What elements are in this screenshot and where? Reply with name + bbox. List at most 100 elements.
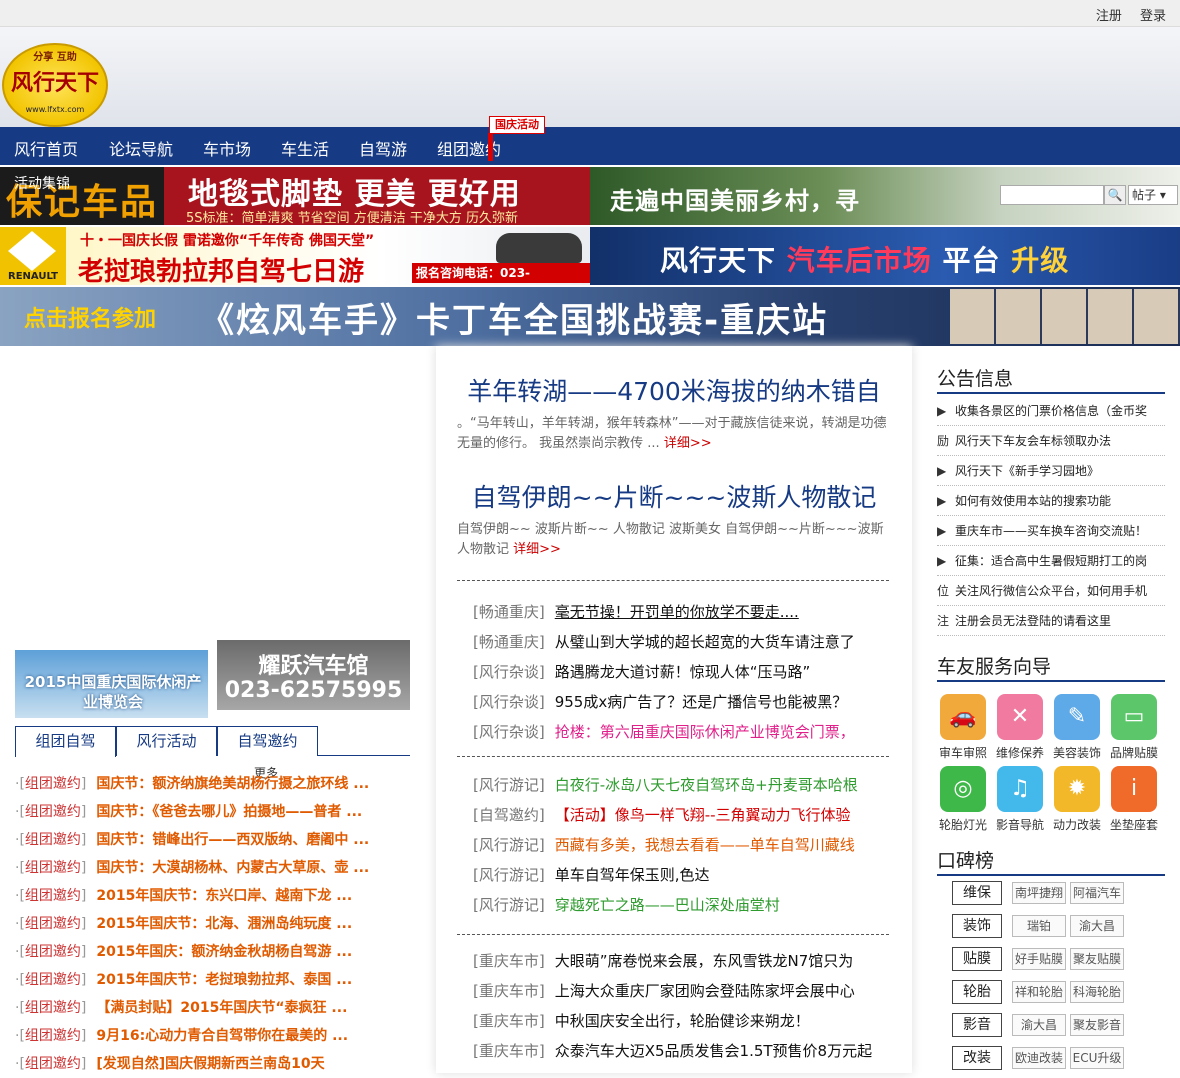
- topic-title[interactable]: 【活动】像鸟一样飞翔--三角翼动力飞行体验: [555, 806, 851, 824]
- notice-item[interactable]: ▶ 收集各景区的门票价格信息（金币奖: [937, 396, 1165, 426]
- search-icon[interactable]: 🔍: [1104, 185, 1126, 205]
- tab-activities[interactable]: 风行活动: [116, 726, 217, 756]
- topic-category[interactable]: [风行游记]: [473, 776, 545, 794]
- ranking-shop[interactable]: 聚友贴膜: [1070, 948, 1124, 970]
- topic-title[interactable]: 众泰汽车大迈X5品质发售会1.5T预售价8万元起: [555, 1042, 872, 1060]
- banner-aftermarket[interactable]: 风行天下 汽车后市场 平台 升级: [590, 227, 1180, 285]
- service-tire[interactable]: ◎ 轮胎灯光: [937, 766, 989, 834]
- ranking-shop[interactable]: 科海轮胎: [1070, 981, 1124, 1003]
- topic-title[interactable]: 白夜行-冰岛八天七夜自驾环岛+丹麦哥本哈根: [555, 776, 858, 794]
- banner-laos-trip[interactable]: 十・一国庆长假 雷诺邀你“千年传奇 佛国天堂” 老挝琅勃拉邦自驾七日游 报名咨询…: [66, 227, 590, 285]
- nav-item-market[interactable]: 车市场: [203, 136, 251, 160]
- service-info[interactable]: i 坐垫座套: [1108, 766, 1160, 834]
- topic-category[interactable]: [重庆车市]: [473, 952, 545, 970]
- ranking-category[interactable]: 贴膜: [952, 947, 1002, 971]
- service-car[interactable]: 🚗 审车审照: [937, 694, 989, 762]
- car-icon[interactable]: 🚗: [940, 694, 986, 740]
- topic-title[interactable]: 路遇腾龙大道讨薪！惊现人体“压马路”: [555, 663, 811, 681]
- banner-baoji[interactable]: 保记车品 活动集锦: [0, 167, 164, 225]
- topic-category[interactable]: [畅通重庆]: [473, 633, 545, 651]
- ranking-category[interactable]: 装饰: [952, 914, 1002, 938]
- topic-title[interactable]: 单车自驾年保玉则,色达: [555, 866, 710, 884]
- music-icon[interactable]: ♫: [997, 766, 1043, 812]
- notice-item[interactable]: 注注册会员无法登陆的请看这里: [937, 606, 1165, 636]
- topic-category[interactable]: [风行杂谈]: [473, 723, 545, 741]
- topic-category[interactable]: [风行杂谈]: [473, 663, 545, 681]
- topic-title[interactable]: 中秋国庆安全出行，轮胎健诊来朔龙！: [555, 1012, 810, 1030]
- tire-icon[interactable]: ◎: [940, 766, 986, 812]
- notice-item[interactable]: ▶ 征集：适合高中生暑假短期打工的岗: [937, 546, 1165, 576]
- notice-item[interactable]: 励风行天下车友会车标领取办法: [937, 426, 1165, 456]
- topic-category[interactable]: [风行游记]: [473, 896, 545, 914]
- ranking-shop[interactable]: 瑞铂: [1012, 915, 1066, 937]
- notice-text[interactable]: 风行天下《新手学习园地》: [955, 464, 1099, 478]
- tab-invitations[interactable]: 自驾邀约: [217, 726, 318, 756]
- topic-category[interactable]: [风行杂谈]: [473, 693, 545, 711]
- notice-item[interactable]: ▶ 风行天下《新手学习园地》: [937, 456, 1165, 486]
- notice-text[interactable]: 收集各景区的门票价格信息（金币奖: [955, 404, 1147, 418]
- topic-category[interactable]: [风行游记]: [473, 866, 545, 884]
- document-icon[interactable]: ▭: [1111, 694, 1157, 740]
- ranking-shop[interactable]: 祥和轮胎: [1012, 981, 1066, 1003]
- notice-text[interactable]: 风行天下车友会车标领取办法: [955, 434, 1111, 448]
- banner-kart[interactable]: 点击报名参加 《炫风车手》卡丁车全国挑战赛-重庆站: [0, 287, 1180, 346]
- search-input[interactable]: [1000, 185, 1104, 205]
- notice-text[interactable]: 征集：适合高中生暑假短期打工的岗: [955, 554, 1147, 568]
- topic-title[interactable]: 955成x病广告了？还是广播信号也能被黑？: [555, 693, 848, 711]
- notice-item[interactable]: ▶ 如何有效使用本站的搜索功能: [937, 486, 1165, 516]
- notice-text[interactable]: 关注风行微信公众平台，如何用手机: [955, 584, 1147, 598]
- service-brush[interactable]: ✎ 美容装饰: [1051, 694, 1103, 762]
- ranking-shop[interactable]: 好手贴膜: [1012, 948, 1066, 970]
- service-document[interactable]: ▭ 品牌贴膜: [1108, 694, 1160, 762]
- ranking-shop[interactable]: 南坪捷翔: [1012, 882, 1066, 904]
- article-title[interactable]: 羊年转湖——4700米海拔的纳木错自: [436, 372, 912, 408]
- ranking-shop[interactable]: 聚友影音: [1070, 1014, 1124, 1036]
- banner-floor-mat[interactable]: 地毯式脚垫 更美 更好用 5S标准：简单清爽 节省空间 方便清洁 干净大方 历久…: [164, 167, 590, 225]
- ranking-category[interactable]: 轮胎: [952, 980, 1002, 1004]
- service-music[interactable]: ♫ 影音导航: [994, 766, 1046, 834]
- nav-item-life[interactable]: 车生活: [281, 136, 329, 160]
- notice-item[interactable]: ▶ 重庆车市——买车换车咨询交流贴！: [937, 516, 1165, 546]
- topic-category[interactable]: [畅通重庆]: [473, 603, 545, 621]
- topic-title[interactable]: 抢楼：第六届重庆国际休闲产业博览会门票，: [555, 723, 855, 741]
- notice-text[interactable]: 注册会员无法登陆的请看这里: [955, 614, 1111, 628]
- nav-item-selfdrive[interactable]: 自驾游: [359, 136, 407, 160]
- banner-renault[interactable]: RENAULT: [0, 227, 66, 285]
- nav-badge-national-day[interactable]: 国庆活动: [488, 116, 545, 161]
- notice-item[interactable]: 位关注风行微信公众平台，如何用手机: [937, 576, 1165, 606]
- topic-title[interactable]: 从璧山到大学城的超长超宽的大货车请注意了: [555, 633, 855, 651]
- topic-category[interactable]: [风行游记]: [473, 836, 545, 854]
- article-title[interactable]: 自驾伊朗~~片断~~~波斯人物散记: [436, 478, 912, 514]
- topic-title[interactable]: 毫无节操！开罚单的你放学不要走....: [555, 603, 799, 621]
- topic-title[interactable]: 大眼萌”席卷悦来会展，东风雪铁龙N7馆只为: [555, 952, 854, 970]
- info-icon[interactable]: i: [1111, 766, 1157, 812]
- banner-activities-label[interactable]: 活动集锦: [14, 173, 70, 193]
- topic-category[interactable]: [重庆车市]: [473, 982, 545, 1000]
- tab-group-drive[interactable]: 组团自驾: [15, 726, 116, 757]
- ranking-category[interactable]: 维保: [952, 881, 1002, 905]
- nav-item-home[interactable]: 风行首页: [14, 136, 78, 160]
- ranking-shop[interactable]: ECU升级: [1070, 1047, 1124, 1069]
- article-more-link[interactable]: 详细>>: [664, 436, 712, 451]
- notice-text[interactable]: 如何有效使用本站的搜索功能: [955, 494, 1111, 508]
- topic-category[interactable]: [自驾邀约]: [473, 806, 545, 824]
- ranking-category[interactable]: 影音: [952, 1013, 1002, 1037]
- ranking-shop[interactable]: 欧迪改装: [1012, 1047, 1066, 1069]
- ranking-category[interactable]: 改装: [952, 1046, 1002, 1070]
- login-link[interactable]: 登录: [1140, 9, 1166, 24]
- service-wrench[interactable]: ✕ 维修保养: [994, 694, 1046, 762]
- service-gear[interactable]: ✹ 动力改装: [1051, 766, 1103, 834]
- ranking-shop[interactable]: 渝大昌: [1070, 915, 1124, 937]
- ad-yaoyue[interactable]: 耀跃汽车馆 023-62575995: [217, 640, 410, 710]
- topic-title[interactable]: 西藏有多美，我想去看看——单车自驾川藏线: [555, 836, 855, 854]
- topic-category[interactable]: [重庆车市]: [473, 1042, 545, 1060]
- ad-expo[interactable]: 2015中国重庆国际休闲产业博览会: [15, 650, 208, 718]
- notice-text[interactable]: 重庆车市——买车换车咨询交流贴！: [955, 524, 1147, 538]
- wrench-icon[interactable]: ✕: [997, 694, 1043, 740]
- site-logo[interactable]: 分享 互助 风行天下 www.lfxtx.com: [2, 43, 108, 127]
- register-link[interactable]: 注册: [1096, 9, 1122, 24]
- brush-icon[interactable]: ✎: [1054, 694, 1100, 740]
- topic-title[interactable]: 上海大众重庆厂家团购会登陆陈家坪会展中心: [555, 982, 855, 1000]
- search-type-select[interactable]: 帖子 ▾: [1128, 185, 1178, 205]
- ranking-shop[interactable]: 阿福汽车: [1070, 882, 1124, 904]
